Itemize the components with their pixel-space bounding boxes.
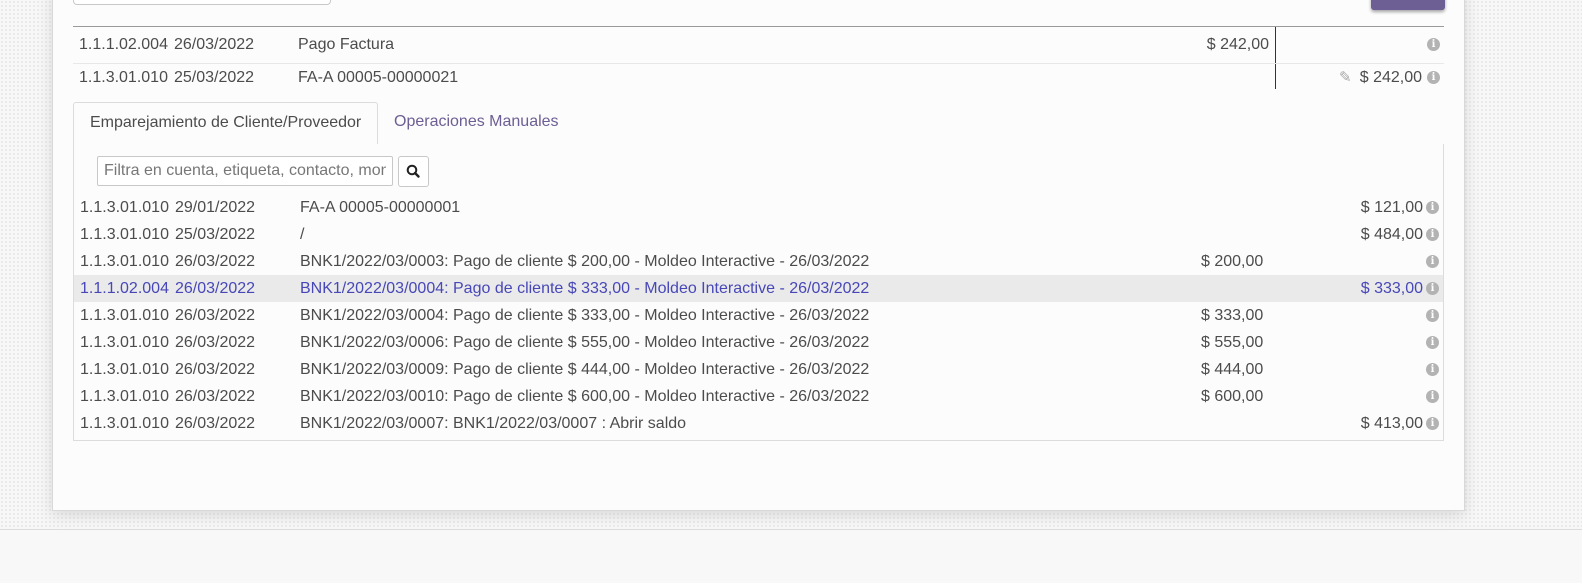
tab-customer-vendor-matching[interactable]: Emparejamiento de Cliente/Proveedor	[73, 102, 379, 146]
line-label: Pago Factura	[298, 36, 395, 53]
info-icon[interactable]: i	[1426, 417, 1439, 430]
line-date: 26/03/2022	[175, 307, 256, 324]
line-label: /	[300, 226, 305, 243]
line-credit: $ 413,00	[1360, 415, 1423, 432]
line-label: BNK1/2022/03/0009: Pago de cliente $ 444…	[300, 361, 870, 378]
line-date: 26/03/2022	[175, 361, 256, 378]
line-label: BNK1/2022/03/0007: BNK1/2022/03/0007 : A…	[300, 415, 687, 432]
line-account: 1.1.3.01.010	[80, 199, 169, 216]
matching-line[interactable]: 1.1.3.01.010 26/03/2022 BNK1/2022/03/000…	[74, 302, 1443, 329]
matching-line[interactable]: 1.1.3.01.010 26/03/2022 BNK1/2022/03/000…	[74, 329, 1443, 356]
matching-line[interactable]: 1.1.3.01.010 26/03/2022 BNK1/2022/03/000…	[74, 248, 1443, 275]
line-label: FA-A 00005-00000001	[300, 199, 461, 216]
filter-input[interactable]	[97, 156, 393, 186]
line-debit: $ 600,00	[1201, 388, 1264, 405]
pencil-icon[interactable]: ✎	[1339, 68, 1352, 88]
matching-lines-list: 1.1.3.01.010 29/01/2022 FA-A 00005-00000…	[74, 194, 1443, 437]
line-label: BNK1/2022/03/0010: Pago de cliente $ 600…	[300, 388, 870, 405]
line-date: 26/03/2022	[175, 334, 256, 351]
matching-line[interactable]: 1.1.3.01.010 26/03/2022 BNK1/2022/03/000…	[74, 356, 1443, 383]
line-label: BNK1/2022/03/0004: Pago de cliente $ 333…	[300, 307, 870, 324]
line-label: FA-A 00005-00000021	[298, 69, 459, 86]
info-icon[interactable]: i	[1426, 201, 1439, 214]
tab-manual-operations[interactable]: Operaciones Manuales	[378, 102, 575, 143]
line-label: BNK1/2022/03/0003: Pago de cliente $ 200…	[300, 253, 870, 270]
line-credit: $ 242,00	[1359, 69, 1422, 86]
line-account: 1.1.3.01.010	[79, 69, 168, 86]
line-account: 1.1.1.02.004	[79, 36, 168, 53]
page-footer-band	[0, 529, 1582, 583]
line-date: 29/01/2022	[175, 199, 256, 216]
matching-line-highlighted[interactable]: 1.1.1.02.004 26/03/2022 BNK1/2022/03/000…	[74, 275, 1443, 302]
line-credit: $ 121,00	[1360, 199, 1423, 216]
matching-line[interactable]: 1.1.3.01.010 26/03/2022 BNK1/2022/03/000…	[74, 410, 1443, 437]
proposed-line[interactable]: 1.1.1.02.004 26/03/2022 Pago Factura $ 2…	[73, 27, 1444, 64]
line-account: 1.1.3.01.010	[80, 253, 169, 270]
line-account: 1.1.3.01.010	[80, 361, 169, 378]
line-label: BNK1/2022/03/0004: Pago de cliente $ 333…	[300, 280, 870, 297]
line-debit: $ 333,00	[1201, 307, 1264, 324]
line-debit: $ 555,00	[1201, 334, 1264, 351]
matching-line[interactable]: 1.1.3.01.010 25/03/2022 / $ 484,00 i	[74, 221, 1443, 248]
info-icon[interactable]: i	[1426, 282, 1439, 295]
matching-line[interactable]: 1.1.3.01.010 29/01/2022 FA-A 00005-00000…	[74, 194, 1443, 221]
info-icon[interactable]: i	[1427, 38, 1440, 51]
line-date: 25/03/2022	[174, 69, 255, 86]
line-date: 26/03/2022	[175, 280, 256, 297]
search-icon	[406, 164, 420, 178]
info-icon[interactable]: i	[1426, 228, 1439, 241]
line-debit: $ 242,00	[1206, 36, 1269, 53]
line-account: 1.1.3.01.010	[80, 334, 169, 351]
line-account: 1.1.1.02.004	[80, 280, 169, 297]
line-date: 26/03/2022	[175, 253, 256, 270]
info-icon[interactable]: i	[1426, 390, 1439, 403]
proposed-lines-table: 1.1.1.02.004 26/03/2022 Pago Factura $ 2…	[73, 26, 1444, 96]
proposed-line[interactable]: 1.1.3.01.010 25/03/2022 FA-A 00005-00000…	[73, 64, 1444, 96]
matching-line[interactable]: 1.1.3.01.010 26/03/2022 BNK1/2022/03/001…	[74, 383, 1443, 410]
line-debit: $ 200,00	[1201, 253, 1264, 270]
line-credit: $ 484,00	[1360, 226, 1423, 243]
validate-button[interactable]	[1371, 0, 1445, 10]
info-icon[interactable]: i	[1426, 255, 1439, 268]
line-account: 1.1.3.01.010	[80, 388, 169, 405]
info-icon[interactable]: i	[1426, 336, 1439, 349]
line-date: 26/03/2022	[175, 388, 256, 405]
reconciliation-card: 1.1.1.02.004 26/03/2022 Pago Factura $ 2…	[52, 0, 1465, 511]
reconciliation-tabs: Emparejamiento de Cliente/Proveedor Oper…	[73, 102, 1444, 146]
search-button[interactable]	[398, 156, 429, 187]
line-date: 25/03/2022	[175, 226, 256, 243]
line-date: 26/03/2022	[174, 36, 255, 53]
line-account: 1.1.3.01.010	[80, 415, 169, 432]
partner-field[interactable]	[73, 0, 331, 5]
line-account: 1.1.3.01.010	[80, 226, 169, 243]
matching-panel: 1.1.3.01.010 29/01/2022 FA-A 00005-00000…	[73, 144, 1444, 441]
line-label: BNK1/2022/03/0006: Pago de cliente $ 555…	[300, 334, 870, 351]
line-credit: $ 333,00	[1360, 280, 1423, 297]
info-icon[interactable]: i	[1427, 71, 1440, 84]
info-icon[interactable]: i	[1426, 363, 1439, 376]
line-date: 26/03/2022	[175, 415, 256, 432]
line-debit: $ 444,00	[1201, 361, 1264, 378]
info-icon[interactable]: i	[1426, 309, 1439, 322]
line-account: 1.1.3.01.010	[80, 307, 169, 324]
